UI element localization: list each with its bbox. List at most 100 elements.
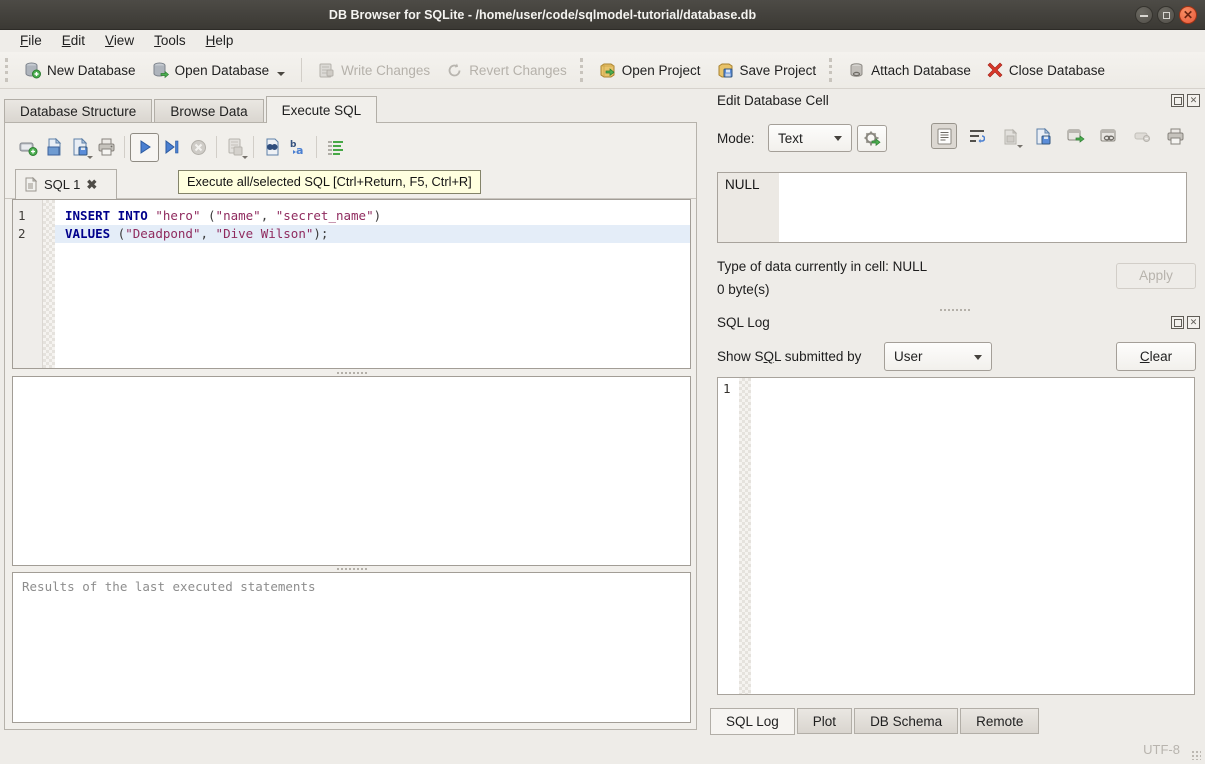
open-external-icon	[1067, 129, 1085, 144]
toolbar-drag-handle[interactable]	[829, 58, 835, 82]
find-replace-button[interactable]	[259, 134, 285, 160]
minimize-button[interactable]	[1135, 6, 1153, 24]
sql-document-tab[interactable]: SQL 1 ✖	[15, 169, 117, 199]
execute-all-button[interactable]	[130, 133, 159, 162]
execute-sql-page: b a SQL 1 ✖	[4, 122, 697, 730]
code-area[interactable]: INSERT INTO "hero" ("name", "secret_name…	[55, 200, 690, 368]
float-panel-icon[interactable]	[1171, 94, 1184, 107]
stop-icon	[190, 139, 207, 156]
window-title: DB Browser for SQLite - /home/user/code/…	[0, 0, 1085, 30]
mode-combobox[interactable]: Text	[768, 124, 852, 152]
maximize-button[interactable]	[1157, 6, 1175, 24]
sql-log-panel-title: SQL Log	[717, 315, 770, 330]
menu-view[interactable]: View	[95, 30, 144, 52]
toggle-block-comment-button[interactable]	[322, 134, 348, 160]
gear-arrow-icon	[863, 130, 881, 148]
menu-help[interactable]: Help	[196, 30, 244, 52]
new-database-button[interactable]: New Database	[16, 58, 144, 83]
open-in-app-button[interactable]	[1063, 123, 1089, 149]
tab-database-structure[interactable]: Database Structure	[4, 99, 152, 123]
cell-editor-area[interactable]	[779, 173, 1186, 242]
results-message-pane[interactable]: Results of the last executed statements	[12, 572, 691, 723]
chevron-down-icon	[974, 355, 982, 360]
close-database-button[interactable]: Close Database	[979, 58, 1113, 82]
open-database-button[interactable]: Open Database	[144, 58, 294, 83]
sql-file-icon	[24, 177, 38, 192]
log-filter-label: Show SQL submitted by	[717, 349, 861, 364]
results-grid-pane[interactable]	[12, 376, 691, 566]
copy-link-button[interactable]	[1096, 123, 1122, 149]
export-data-button[interactable]	[1030, 123, 1056, 149]
menubar: File Edit View Tools Help	[0, 30, 1205, 52]
encoding-indicator[interactable]: UTF-8	[1143, 742, 1180, 757]
execute-current-line-button[interactable]	[159, 134, 185, 160]
text-document-icon	[937, 128, 952, 145]
apply-button[interactable]: Apply	[1116, 263, 1196, 289]
dock-splitter[interactable]	[705, 307, 1205, 313]
text-mode-button[interactable]	[931, 123, 957, 149]
set-null-icon	[1134, 130, 1151, 142]
write-changes-button[interactable]: Write Changes	[310, 58, 438, 83]
save-project-button[interactable]: Save Project	[709, 58, 825, 83]
cell-value-editor[interactable]: NULL	[717, 172, 1187, 243]
svg-text:a: a	[296, 144, 303, 156]
auto-switch-mode-button[interactable]	[857, 125, 887, 152]
revert-changes-button[interactable]: Revert Changes	[438, 58, 575, 83]
close-button[interactable]: ✕	[1179, 6, 1197, 24]
attach-database-button[interactable]: Attach Database	[840, 58, 979, 83]
project-save-icon	[717, 62, 734, 79]
tab-remote[interactable]: Remote	[960, 708, 1039, 734]
export-icon	[1035, 128, 1052, 145]
results-placeholder-text: Results of the last executed statements	[13, 573, 690, 600]
tab-browse-data[interactable]: Browse Data	[154, 99, 263, 123]
log-filter-combobox[interactable]: User	[884, 342, 992, 371]
tab-plot[interactable]: Plot	[797, 708, 852, 734]
toolbar-separator	[301, 58, 302, 82]
new-sql-tab-button[interactable]	[15, 134, 41, 160]
sql-tab-label: SQL 1	[44, 177, 80, 192]
menu-edit[interactable]: Edit	[52, 30, 95, 52]
tab-db-schema[interactable]: DB Schema	[854, 708, 958, 734]
close-panel-icon[interactable]: ✕	[1187, 316, 1200, 329]
set-null-button[interactable]	[1129, 123, 1155, 149]
save-results-button[interactable]	[222, 134, 248, 160]
save-sql-file-button[interactable]	[67, 134, 93, 160]
tab-execute-sql[interactable]: Execute SQL	[266, 96, 378, 123]
open-file-icon	[45, 138, 63, 156]
word-wrap-button[interactable]	[964, 123, 990, 149]
menu-file[interactable]: File	[10, 30, 52, 52]
write-changes-icon	[318, 62, 335, 79]
import-icon	[1002, 128, 1019, 145]
resize-grip[interactable]	[1191, 750, 1201, 760]
auto-format-button[interactable]: b a	[285, 134, 311, 160]
find-icon	[263, 138, 281, 156]
save-results-dropdown-icon[interactable]	[242, 156, 248, 159]
close-panel-icon[interactable]: ✕	[1187, 94, 1200, 107]
toolbar-separator	[316, 136, 317, 158]
print-cell-button[interactable]	[1162, 123, 1188, 149]
open-sql-file-button[interactable]	[41, 134, 67, 160]
link-icon	[1100, 129, 1118, 144]
print-sql-button[interactable]	[93, 134, 119, 160]
tab-sql-log[interactable]: SQL Log	[710, 708, 795, 735]
right-dock: Edit Database Cell ✕ Mode: Text	[705, 90, 1205, 738]
toolbar-drag-handle[interactable]	[580, 58, 586, 82]
import-dropdown-icon[interactable]	[1017, 145, 1023, 148]
mode-combobox-value: Text	[778, 131, 803, 146]
indent-lines-icon	[327, 140, 344, 155]
clear-log-button[interactable]: Clear	[1116, 342, 1196, 371]
cell-size-info: 0 byte(s)	[717, 282, 770, 297]
titlebar[interactable]: DB Browser for SQLite - /home/user/code/…	[0, 0, 1205, 30]
stop-execution-button[interactable]	[185, 134, 211, 160]
open-database-dropdown-icon[interactable]	[277, 72, 285, 76]
import-data-button[interactable]	[997, 123, 1023, 149]
sql-code-editor[interactable]: 12 INSERT INTO "hero" ("name", "secret_n…	[12, 199, 691, 369]
open-project-button[interactable]: Open Project	[591, 58, 709, 83]
menu-tools[interactable]: Tools	[144, 30, 196, 52]
float-panel-icon[interactable]	[1171, 316, 1184, 329]
toolbar-drag-handle[interactable]	[5, 58, 11, 82]
sql-log-area[interactable]: 1	[717, 377, 1195, 695]
log-text-area[interactable]	[751, 378, 1194, 694]
close-icon: ✕	[1180, 7, 1196, 23]
sql-tab-close-icon[interactable]: ✖	[86, 177, 97, 193]
